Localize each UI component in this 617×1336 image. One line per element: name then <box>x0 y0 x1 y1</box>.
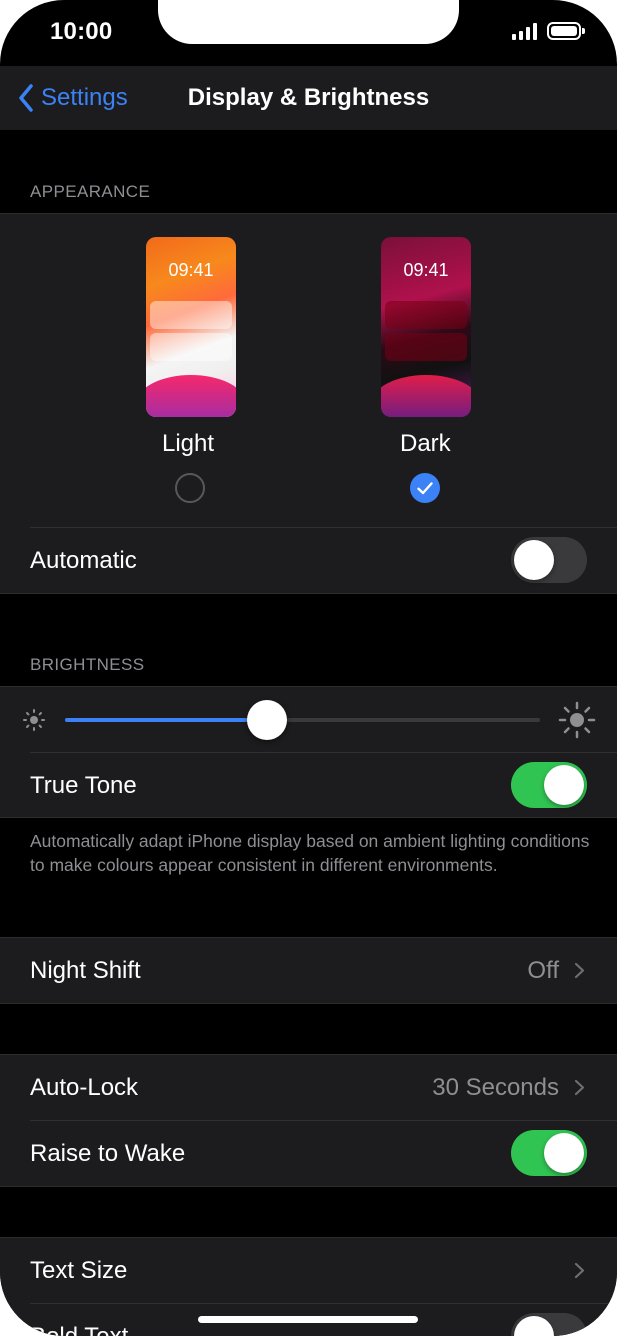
dark-mode-radio[interactable] <box>410 473 440 503</box>
navigation-bar: Settings Display & Brightness <box>0 66 617 130</box>
chevron-right-icon <box>574 1262 585 1279</box>
raise-to-wake-toggle[interactable] <box>511 1130 587 1176</box>
signal-icon <box>512 22 537 40</box>
chevron-right-icon <box>574 1079 585 1096</box>
brightness-slider-thumb[interactable] <box>246 700 287 740</box>
dark-mode-label: Dark <box>400 430 451 457</box>
light-preview-time: 09:41 <box>168 260 214 280</box>
chevron-right-icon <box>574 962 585 979</box>
brightness-section-header: BRIGHTNESS <box>30 655 145 674</box>
page-title: Display & Brightness <box>0 84 617 112</box>
text-size-label: Text Size <box>30 1257 128 1284</box>
true-tone-row[interactable]: True Tone <box>0 752 617 818</box>
auto-lock-row[interactable]: Auto-Lock 30 Seconds <box>0 1054 617 1120</box>
status-icons <box>512 22 585 40</box>
appearance-section-header: APPEARANCE <box>30 182 151 201</box>
page-title-text: Display & Brightness <box>187 84 430 111</box>
brightness-low-icon <box>23 709 45 731</box>
row-divider <box>30 1303 617 1304</box>
raise-to-wake-label: Raise to Wake <box>30 1140 186 1167</box>
iphone-screen: 10:00 Settings Display & Brightness APPE… <box>0 0 617 1336</box>
row-divider <box>30 527 617 528</box>
dark-preview-card <box>385 301 467 329</box>
automatic-row[interactable]: Automatic <box>0 527 617 593</box>
battery-icon <box>547 22 585 40</box>
night-shift-value: Off <box>527 957 559 984</box>
automatic-toggle[interactable] <box>511 537 587 583</box>
auto-lock-value: 30 Seconds <box>432 1074 559 1101</box>
dark-preview-time: 09:41 <box>403 260 449 280</box>
dark-preview-wallpaper <box>381 375 471 417</box>
toggle-knob <box>514 1316 554 1336</box>
night-shift-label: Night Shift <box>30 957 141 984</box>
raise-to-wake-row[interactable]: Raise to Wake <box>0 1120 617 1186</box>
true-tone-label: True Tone <box>30 772 137 799</box>
dark-mode-preview[interactable]: 09:41 <box>381 237 471 417</box>
home-indicator[interactable] <box>198 1316 418 1323</box>
dark-preview-card <box>385 333 467 361</box>
light-preview-card <box>150 333 232 361</box>
light-mode-preview[interactable]: 09:41 <box>146 237 236 417</box>
checkmark-icon <box>417 481 433 494</box>
toggle-knob <box>544 765 584 805</box>
automatic-label: Automatic <box>30 547 137 574</box>
text-size-row[interactable]: Text Size <box>0 1237 617 1303</box>
light-preview-wallpaper <box>146 375 236 417</box>
light-preview-card <box>150 301 232 329</box>
row-divider <box>30 752 617 753</box>
bold-text-toggle[interactable] <box>511 1313 587 1336</box>
bold-text-label: Bold Text <box>30 1323 128 1336</box>
brightness-slider[interactable] <box>65 700 540 740</box>
toggle-knob <box>544 1133 584 1173</box>
true-tone-description: Automatically adapt iPhone display based… <box>30 831 590 875</box>
light-mode-label: Light <box>162 430 215 457</box>
brightness-high-icon <box>558 701 596 739</box>
status-time: 10:00 <box>50 18 113 45</box>
true-tone-toggle[interactable] <box>511 762 587 808</box>
brightness-slider-fill <box>65 718 267 722</box>
row-divider <box>30 1120 617 1121</box>
light-mode-radio[interactable] <box>175 473 205 503</box>
toggle-knob <box>514 540 554 580</box>
auto-lock-label: Auto-Lock <box>30 1074 139 1101</box>
notch <box>158 0 459 44</box>
night-shift-row[interactable]: Night Shift Off <box>0 937 617 1003</box>
